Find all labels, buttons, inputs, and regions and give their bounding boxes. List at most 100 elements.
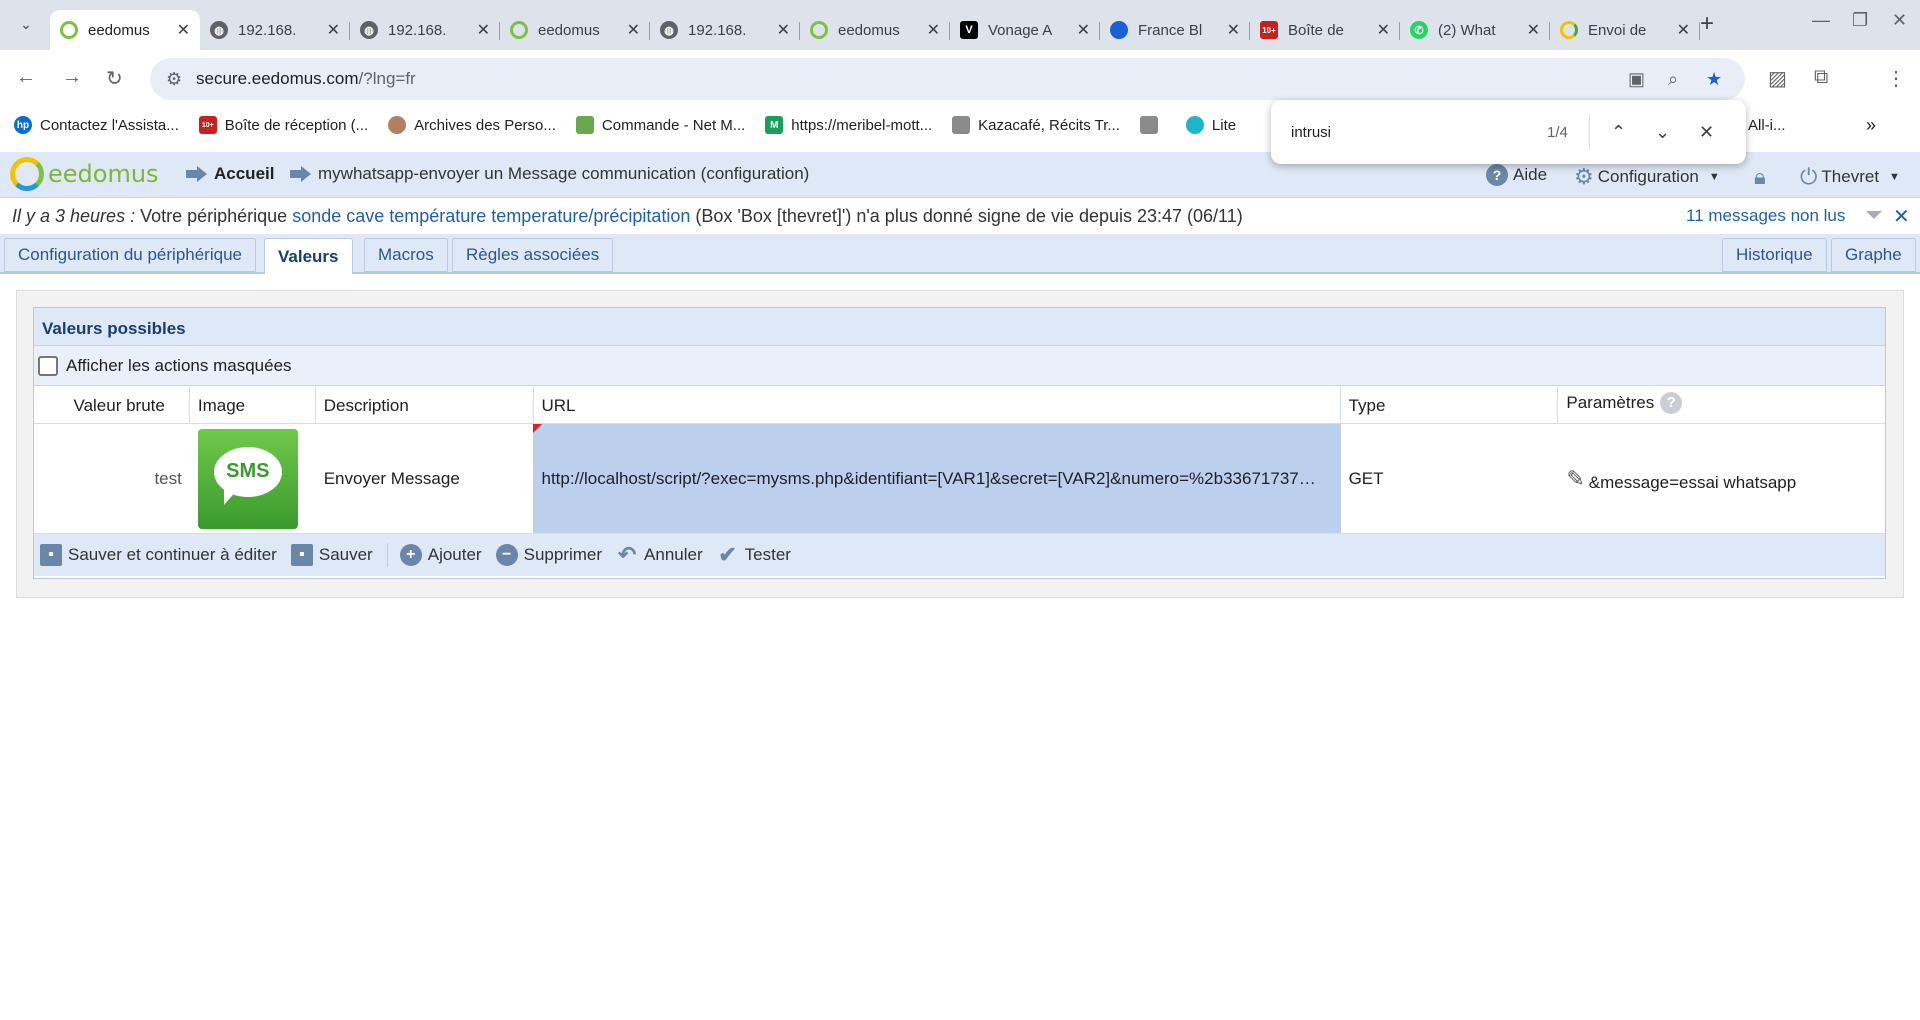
find-previous-icon[interactable]: ⌃ <box>1611 122 1626 143</box>
close-icon[interactable]: ✕ <box>327 20 340 40</box>
bookmark-item[interactable]: 10+ Boîte de réception (... <box>198 116 368 134</box>
user-menu[interactable]: ⏻ Thevret ▼ <box>1800 164 1900 190</box>
find-close-icon[interactable]: ✕ <box>1699 122 1714 143</box>
params-value: &message=essai whatsapp <box>1588 472 1797 492</box>
tab-macros[interactable]: Macros <box>364 238 448 272</box>
expand-notifications-icon[interactable] <box>1866 211 1882 219</box>
tab-rules[interactable]: Règles associées <box>452 238 614 272</box>
bookmark-item[interactable]: Mhttps://meribel-mott... <box>765 116 932 134</box>
m-icon: M <box>765 116 784 134</box>
caret-down-icon: ▼ <box>1889 171 1900 183</box>
tab-192-1[interactable]: ◍ 192.168. ✕ <box>200 10 350 50</box>
tab-mail[interactable]: 10+ Boîte de ✕ <box>1250 10 1400 50</box>
col-params: Paramètres? <box>1558 386 1885 423</box>
tab-france-bleu[interactable]: France Bl ✕ <box>1100 10 1250 50</box>
tab-192-3[interactable]: ◍ 192.168. ✕ <box>650 10 800 50</box>
cell-description[interactable]: Envoyer Message <box>316 424 534 533</box>
browser-menu-button[interactable]: ⋮ <box>1886 66 1906 91</box>
show-hidden-label: Afficher les actions masquées <box>66 355 292 375</box>
close-icon[interactable]: ✕ <box>927 20 940 40</box>
configuration-menu[interactable]: ⚙ Configuration ▼ <box>1574 164 1720 190</box>
bookmark-star-icon[interactable]: ★ <box>1706 69 1722 90</box>
tab-eedomus-1[interactable]: eedomus ✕ <box>50 10 200 50</box>
help-link[interactable]: ? Aide <box>1486 164 1547 186</box>
window-close-button[interactable]: ✕ <box>1892 10 1907 31</box>
delete-button[interactable]: − Supprimer <box>495 544 602 566</box>
bookmark-item[interactable]: Lite <box>1185 116 1236 134</box>
find-next-icon[interactable]: ⌄ <box>1655 122 1670 143</box>
close-icon[interactable]: ✕ <box>1677 20 1690 40</box>
tab-history[interactable]: Historique <box>1722 238 1827 272</box>
save-button[interactable]: ▪ Sauver <box>290 544 373 566</box>
table-row[interactable]: test SMS Envoyer Message http://localhos… <box>34 424 1885 534</box>
show-hidden-checkbox[interactable] <box>38 355 58 376</box>
bookmark-item[interactable]: Kazacafé, Récits Tr... <box>952 116 1120 134</box>
find-input[interactable]: intrusi <box>1291 124 1331 141</box>
bookmark-item[interactable]: All-i... <box>1748 117 1786 134</box>
arrow-left-icon: ← <box>16 66 36 88</box>
tab-search-button[interactable]: ⌄ <box>10 8 42 40</box>
breadcrumb-home-label: Accueil <box>214 164 275 183</box>
close-icon[interactable]: ✕ <box>1227 20 1240 40</box>
cell-params[interactable]: ✎ &message=essai whatsapp <box>1558 424 1885 533</box>
bookmark-item[interactable]: hp Contactez l'Assista... <box>14 116 179 134</box>
site-info-icon[interactable]: ⚙ <box>166 69 182 90</box>
user-name: Thevret <box>1821 167 1880 186</box>
tab-envoi[interactable]: Envoi de ✕ <box>1550 10 1700 50</box>
cancel-button[interactable]: ↶ Annuler <box>616 542 703 567</box>
tab-vonage[interactable]: V Vonage A ✕ <box>950 10 1100 50</box>
bookmark-item[interactable]: Commande - Net M... <box>575 116 745 134</box>
close-icon[interactable]: ✕ <box>1077 20 1090 40</box>
cell-url[interactable]: http://localhost/script/?exec=mysms.php&… <box>533 424 1341 533</box>
close-icon[interactable]: ✕ <box>777 20 790 40</box>
extensions-button[interactable]: ⧉ <box>1814 66 1828 89</box>
notification-prefix: Votre périphérique <box>135 205 293 226</box>
new-tab-button[interactable]: + <box>1700 10 1714 38</box>
tab-title: eedomus <box>838 21 900 39</box>
save-continue-button[interactable]: ▪ Sauver et continuer à éditer <box>40 544 277 566</box>
help-icon[interactable]: ? <box>1660 391 1683 414</box>
reload-button[interactable]: ↻ <box>106 66 123 91</box>
cell-type[interactable]: GET <box>1341 424 1559 533</box>
cell-raw-value[interactable]: test <box>34 424 190 533</box>
tab-192-2[interactable]: ◍ 192.168. ✕ <box>350 10 500 50</box>
tab-device-configuration[interactable]: Configuration du périphérique <box>4 238 256 272</box>
bookmark-item[interactable]: Archives des Perso... <box>388 116 556 134</box>
find-in-page-icon[interactable]: ▣ <box>1628 69 1645 90</box>
values-panel: Valeurs possibles Afficher les actions m… <box>33 307 1886 579</box>
tab-eedomus-2[interactable]: eedomus ✕ <box>500 10 650 50</box>
minimize-button[interactable]: — <box>1812 10 1830 31</box>
forward-button[interactable]: → <box>62 66 82 89</box>
pencil-icon[interactable]: ✎ <box>1566 466 1584 492</box>
unread-messages-link[interactable]: 11 messages non lus <box>1686 206 1845 226</box>
tab-graph[interactable]: Graphe <box>1831 238 1916 272</box>
media-button[interactable]: ▨ <box>1768 66 1787 91</box>
address-bar[interactable]: ⚙ secure.eedomus.com/?lng=fr ▣ ⌕ ★ <box>150 58 1745 100</box>
tab-whatsapp[interactable]: ✆ (2) What ✕ <box>1400 10 1550 50</box>
back-button[interactable]: ← <box>16 66 36 89</box>
globe-icon: ◍ <box>210 21 228 39</box>
test-button[interactable]: ✔ Tester <box>717 542 791 567</box>
tab-values[interactable]: Valeurs <box>264 238 353 274</box>
eedomus-logo[interactable]: eedomus <box>10 157 159 191</box>
zoom-icon[interactable]: ⌕ <box>1668 69 1678 90</box>
cell-image[interactable]: SMS <box>190 424 316 533</box>
francebleu-icon <box>1110 21 1128 39</box>
lock-icon[interactable]: 🔒︎ <box>1754 164 1766 190</box>
breadcrumb-home[interactable]: Accueil <box>186 164 274 184</box>
close-icon[interactable]: ✕ <box>1377 20 1390 40</box>
close-icon[interactable]: ✕ <box>477 20 490 40</box>
more-bookmarks-icon[interactable]: » <box>1866 115 1876 136</box>
arrow-right-icon: → <box>62 66 82 88</box>
bookmark-label: Kazacafé, Récits Tr... <box>978 116 1120 134</box>
close-icon[interactable]: ✕ <box>1527 20 1540 40</box>
add-button[interactable]: + Ajouter <box>399 544 482 566</box>
tab-eedomus-3[interactable]: eedomus ✕ <box>800 10 950 50</box>
bookmark-item[interactable] <box>1139 116 1166 134</box>
restore-button[interactable]: ❐ <box>1852 10 1868 31</box>
notification-device-link[interactable]: sonde cave température temperature/préci… <box>292 206 690 227</box>
close-icon[interactable]: ✕ <box>627 20 640 40</box>
mail-icon: 10+ <box>1260 21 1278 39</box>
close-notification-icon[interactable]: ✕ <box>1893 204 1910 229</box>
close-icon[interactable]: ✕ <box>177 20 190 40</box>
